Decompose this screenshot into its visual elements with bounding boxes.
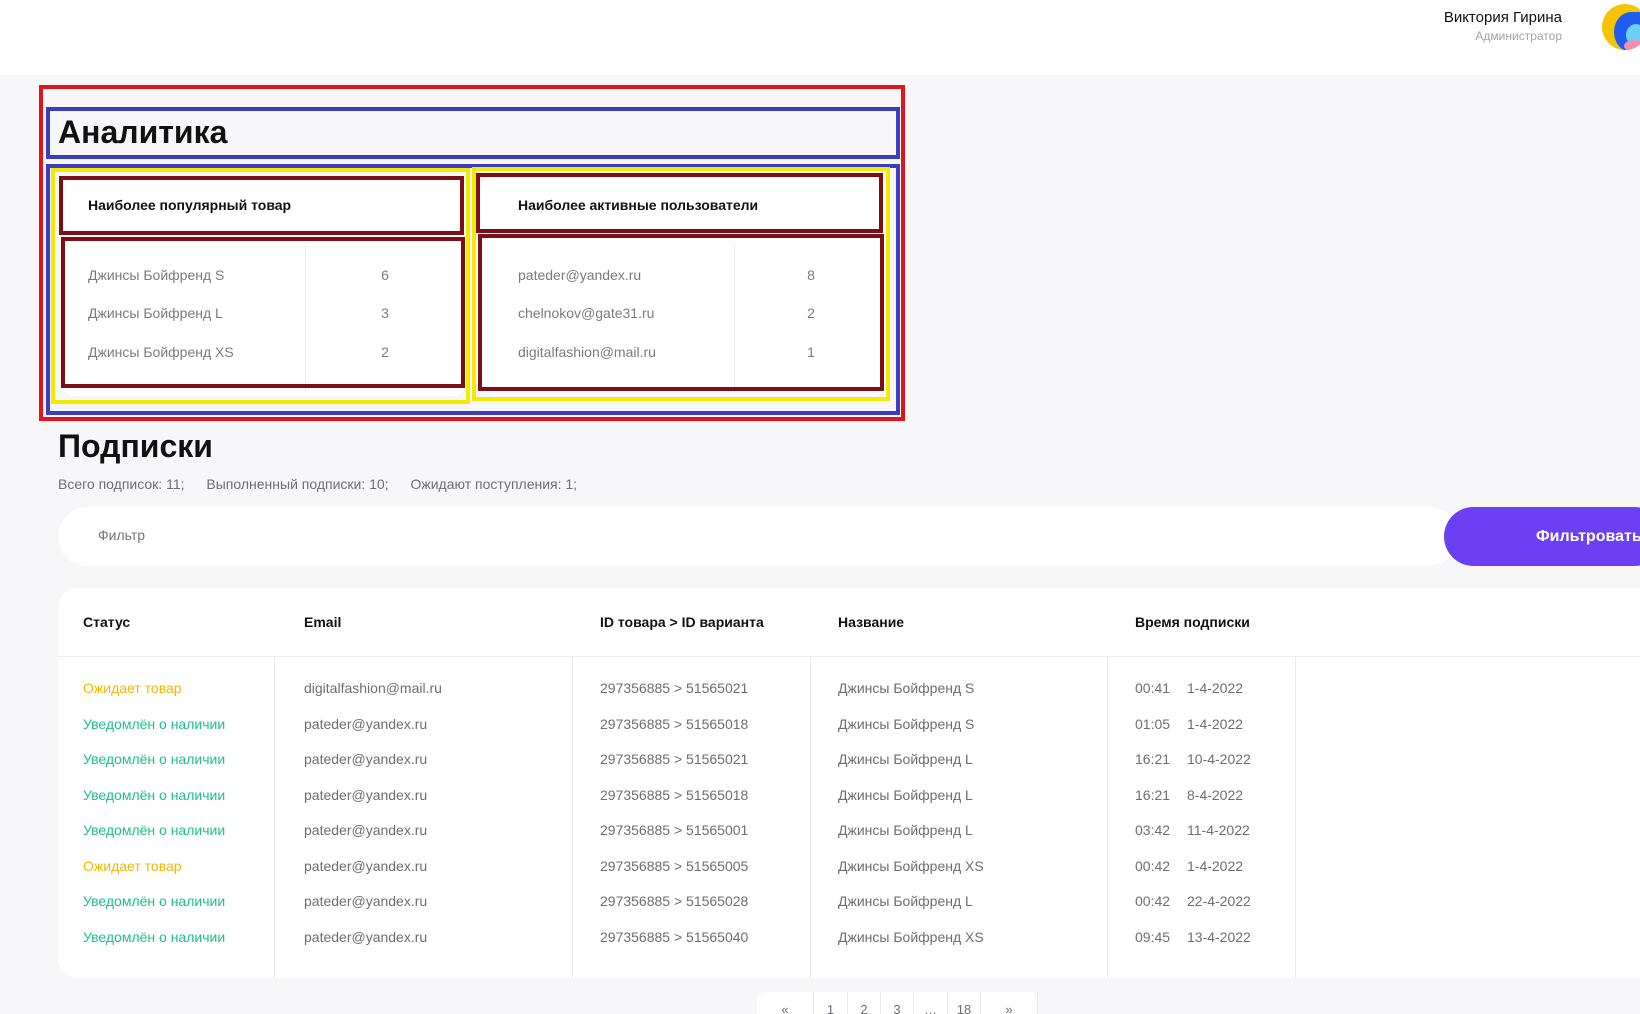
pagination-next[interactable]: » [981, 992, 1038, 1014]
subscriptions-title: Подписки [58, 428, 213, 464]
row-status: Уведомлён о наличии [83, 822, 226, 838]
row-email[interactable]: pateder@yandex.ru [304, 751, 427, 767]
row-product-ids: 297356885 > 51565018 [600, 715, 749, 732]
row-time: 01:05 [1135, 715, 1171, 732]
subscriptions-summary: Всего подписок: 11; Выполненный подписки… [58, 476, 595, 492]
row-status: Ожидает товар [83, 857, 182, 874]
row-date: 1-4-2022 [1187, 680, 1244, 696]
column-header-email[interactable]: Email [304, 614, 341, 630]
row-email[interactable]: pateder@yandex.ru [304, 716, 427, 732]
subscriptions-table: Статус Email ID товара > ID варианта Наз… [58, 588, 1640, 978]
row-date: 10-4-2022 [1187, 751, 1251, 767]
filter-input[interactable] [98, 527, 698, 543]
column-header-ids[interactable]: ID товара > ID варианта [600, 614, 764, 630]
pagination-prev[interactable]: « [757, 992, 814, 1014]
row-status: Ожидает товар [83, 680, 182, 696]
pagination-page[interactable]: 3 [881, 992, 914, 1014]
row-date: 13-4-2022 [1187, 928, 1251, 945]
row-date: 8-4-2022 [1187, 786, 1244, 803]
row-email[interactable]: pateder@yandex.ru [304, 822, 427, 838]
row-date: 1-4-2022 [1187, 857, 1244, 874]
row-email[interactable]: pateder@yandex.ru [304, 787, 427, 803]
row-status: Уведомлён о наличии [83, 715, 226, 732]
column-header-status[interactable]: Статус [83, 614, 130, 630]
row-product-name: Джинсы Бойфренд XS [838, 857, 984, 874]
row-date: 1-4-2022 [1187, 715, 1244, 732]
pagination: «1 2 3… 18» [757, 992, 1038, 1014]
summary-waiting: Ожидают поступления: 1; [410, 476, 578, 492]
row-email[interactable]: pateder@yandex.ru [304, 858, 427, 874]
row-product-ids: 297356885 > 51565005 [600, 857, 749, 874]
pagination-page[interactable]: 1 [814, 992, 848, 1014]
summary-total: Всего подписок: 11; [58, 476, 185, 492]
row-product-ids: 297356885 > 51565028 [600, 893, 749, 909]
row-email[interactable]: pateder@yandex.ru [304, 929, 427, 945]
row-time: 00:42 [1135, 893, 1171, 909]
column-header-time[interactable]: Время подписки [1135, 614, 1250, 630]
row-product-name: Джинсы Бойфренд L [838, 822, 973, 838]
row-time: 09:45 [1135, 928, 1171, 945]
row-product-name: Джинсы Бойфренд S [838, 680, 975, 696]
user-info[interactable]: Виктория Гирина Администратор [1444, 9, 1562, 45]
pagination-page[interactable]: 18 [948, 992, 981, 1014]
filter-bar [58, 507, 1458, 566]
row-email[interactable]: digitalfashion@mail.ru [304, 680, 442, 696]
annotation-box-users-head [476, 173, 883, 233]
analytics-title: Аналитика [58, 114, 228, 150]
column-header-name[interactable]: Название [838, 614, 904, 630]
row-product-ids: 297356885 > 51565021 [600, 680, 749, 696]
annotation-box-users-body [478, 234, 884, 391]
user-role: Администратор [1475, 29, 1562, 43]
row-product-ids: 297356885 > 51565021 [600, 751, 749, 767]
row-status: Уведомлён о наличии [83, 786, 226, 803]
row-date: 22-4-2022 [1187, 893, 1251, 909]
user-avatar[interactable] [1602, 4, 1640, 50]
pagination-page[interactable]: … [914, 992, 948, 1014]
row-product-ids: 297356885 > 51565001 [600, 822, 749, 838]
row-status: Уведомлён о наличии [83, 751, 226, 767]
row-time: 00:42 [1135, 857, 1171, 874]
row-email[interactable]: pateder@yandex.ru [304, 893, 427, 909]
user-name: Виктория Гирина [1443, 9, 1562, 26]
row-time: 00:41 [1135, 680, 1171, 696]
row-status: Уведомлён о наличии [83, 928, 226, 945]
row-product-ids: 297356885 > 51565018 [600, 786, 749, 803]
filter-button[interactable]: Фильтровать [1444, 507, 1640, 566]
row-product-name: Джинсы Бойфренд L [838, 786, 973, 803]
top-bar: Виктория Гирина Администратор [0, 0, 1640, 75]
row-product-name: Джинсы Бойфренд XS [838, 928, 984, 945]
row-status: Уведомлён о наличии [83, 893, 226, 909]
row-product-name: Джинсы Бойфренд L [838, 751, 973, 767]
row-product-ids: 297356885 > 51565040 [600, 928, 749, 945]
row-time: 16:21 [1135, 786, 1171, 803]
annotation-box-popular-head [59, 176, 464, 235]
row-time: 03:42 [1135, 822, 1171, 838]
row-product-name: Джинсы Бойфренд L [838, 893, 973, 909]
row-time: 16:21 [1135, 751, 1171, 767]
pagination-page[interactable]: 2 [848, 992, 881, 1014]
summary-done: Выполненный подписки: 10; [206, 476, 389, 492]
row-product-name: Джинсы Бойфренд S [838, 715, 975, 732]
row-date: 11-4-2022 [1187, 822, 1250, 838]
annotation-box-popular-body [61, 237, 465, 388]
